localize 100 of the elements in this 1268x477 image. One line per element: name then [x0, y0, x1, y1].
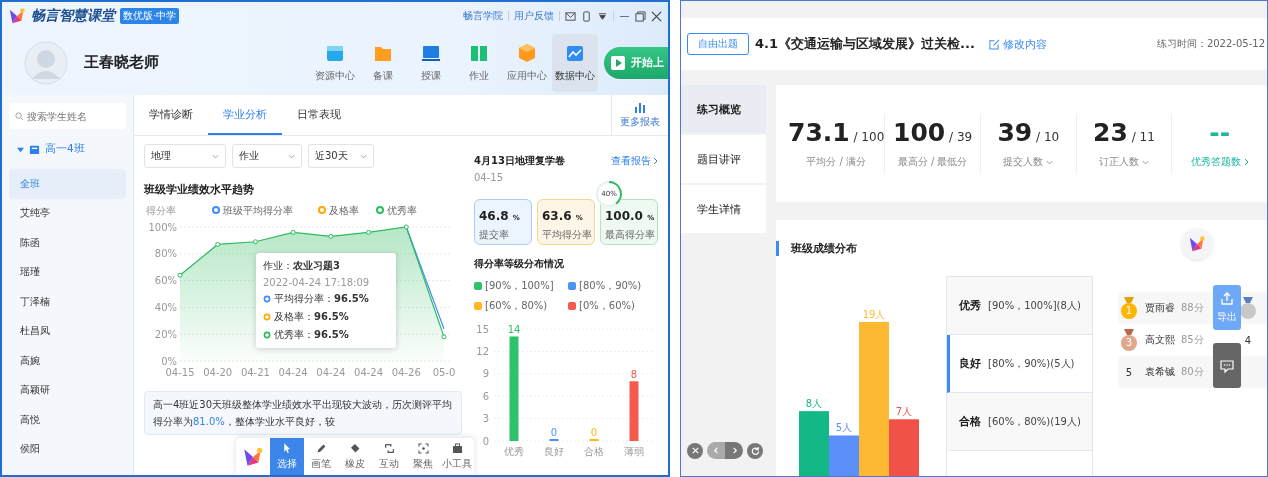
caret-icon[interactable] — [17, 145, 24, 153]
filter-dropdown[interactable]: 地理 — [144, 144, 226, 168]
nav-item[interactable]: 作业 — [456, 33, 502, 92]
chat-button[interactable] — [1213, 343, 1241, 388]
bird-icon — [1188, 235, 1206, 253]
stat-label: 最高分 / 最低分 — [897, 155, 968, 169]
side-tab[interactable]: 题目讲评 — [681, 135, 766, 183]
data-point — [215, 241, 221, 247]
edit-content-link[interactable]: 修改内容 — [988, 36, 1047, 52]
axis-label: 12 — [476, 345, 489, 357]
side-tab[interactable]: 练习概览 — [681, 85, 766, 133]
chevron-right-icon — [1243, 158, 1249, 166]
view-report-link[interactable]: 查看报告 — [611, 154, 658, 168]
grade-level-item[interactable]: 合格 [60%，80%)(19人) — [947, 393, 1092, 451]
next-button[interactable] — [725, 442, 743, 459]
close-button[interactable] — [687, 442, 703, 459]
legend-label: 优秀率 — [387, 205, 417, 216]
more-reports-button[interactable]: 更多报表 — [611, 95, 668, 135]
tab[interactable]: 日常表现 — [282, 95, 356, 135]
nav-item[interactable]: 备课 — [360, 33, 406, 92]
axis-label: 15 — [476, 323, 489, 335]
chevron-down-icon — [1046, 159, 1054, 165]
axis-label: 40% — [154, 301, 177, 313]
refresh-button[interactable] — [747, 442, 763, 459]
chevron-down-icon — [1142, 159, 1149, 165]
data-label: 7人 — [895, 406, 913, 418]
axis-label: 04-24 — [278, 367, 308, 378]
axis-label: 100% — [148, 221, 177, 233]
axis-label: 薄弱 — [624, 446, 644, 457]
student-item[interactable]: 高颖研 — [9, 375, 126, 405]
medal-icon — [1120, 297, 1138, 319]
rank-number: 1 — [1125, 305, 1133, 317]
app-logo — [8, 7, 26, 25]
axis-label: 3 — [482, 413, 489, 425]
student-item[interactable]: 侯阳 — [9, 434, 126, 464]
cube-icon — [516, 42, 538, 64]
assistant-logo[interactable] — [1181, 228, 1213, 260]
legend-item[interactable]: 及格率 — [318, 205, 359, 216]
filter-dropdown[interactable]: 近30天 — [308, 144, 374, 168]
tool-button[interactable]: 聚焦 — [406, 438, 440, 475]
tree-item[interactable]: 高一4班 — [45, 142, 85, 156]
student-score: 88分 — [1181, 301, 1205, 315]
dropdown-icon[interactable] — [597, 10, 608, 22]
tab[interactable]: 学业分析 — [208, 95, 282, 135]
tool-button[interactable]: 画笔 — [304, 438, 338, 475]
axis-label: 60% — [154, 275, 177, 287]
tool-button[interactable]: 橡皮 — [338, 438, 372, 475]
stat-dropdown[interactable]: 提交人数 — [1003, 155, 1054, 169]
avatar — [24, 40, 68, 85]
top-link[interactable]: 用户反馈 — [514, 9, 554, 23]
edition-badge: 数优版·中学 — [120, 8, 180, 24]
grade-level-item[interactable]: 优秀 [90%，100%](8人) — [947, 277, 1092, 335]
side-tab[interactable]: 学生详情 — [681, 185, 766, 233]
legend-label: [60%，80%) — [485, 299, 548, 313]
nav-item[interactable]: 授课 — [408, 33, 454, 92]
nav-item[interactable]: 数据中心 — [552, 33, 598, 92]
student-item[interactable]: 艾纯亭 — [9, 198, 126, 228]
medal-icon — [1120, 329, 1138, 351]
axis-label: 04-20 — [203, 367, 233, 378]
nav-item[interactable]: 应用中心 — [504, 33, 550, 92]
axis-label: 04-21 — [240, 367, 270, 378]
phone-icon[interactable] — [581, 10, 592, 22]
filter-dropdown[interactable]: 作业 — [232, 144, 302, 168]
tool-button[interactable]: 选择 — [270, 438, 304, 475]
legend-item[interactable]: 班级平均得分率 — [212, 205, 293, 216]
tooltip-value: 平均得分率：96.5% — [274, 292, 369, 306]
student-item[interactable]: 陈函 — [9, 228, 126, 258]
exam-date: 04-15 — [474, 172, 505, 183]
export-icon — [1219, 291, 1235, 307]
restore-icon[interactable] — [635, 10, 646, 22]
stat-dropdown[interactable]: 订正人数 — [1099, 155, 1149, 169]
student-item[interactable]: 瑶瑾 — [9, 257, 126, 287]
tool-button[interactable]: 小工具 — [440, 438, 474, 475]
tool-button[interactable]: 互动 — [372, 438, 406, 475]
student-item[interactable]: 全班 — [9, 169, 126, 199]
student-name: 高文熙 — [1145, 333, 1176, 347]
data-point — [366, 229, 372, 235]
search-field[interactable]: 搜索学生姓名 — [9, 103, 126, 129]
play-icon — [610, 54, 626, 71]
grade-level-item[interactable]: 良好 [80%，90%)(5人) — [947, 335, 1092, 393]
top-link[interactable]: 畅言学院 — [463, 9, 503, 23]
free-question-button[interactable]: 自由出题 — [687, 33, 749, 55]
axis-label: 良好 — [544, 446, 564, 457]
stat-label: 最高得分率 — [605, 228, 656, 242]
axis-label: 80% — [154, 248, 177, 260]
tab[interactable]: 学情诊断 — [134, 95, 208, 135]
legend-item[interactable]: 优秀率 — [376, 205, 417, 216]
axis-title: 得分率 — [146, 205, 176, 216]
nav-item[interactable]: 资源中心 — [312, 33, 358, 92]
student-item[interactable]: 高婉 — [9, 346, 126, 376]
class-icon — [29, 143, 40, 155]
data-point — [252, 239, 258, 245]
stat-value: 73.1/ 100 — [788, 118, 885, 147]
axis-label: 04-24 — [316, 367, 346, 378]
student-item[interactable]: 杜昌凤 — [9, 316, 126, 346]
close-icon[interactable] — [651, 10, 662, 22]
student-item[interactable]: 丁泽楠 — [9, 287, 126, 317]
student-item[interactable]: 高悦 — [9, 405, 126, 435]
mail-icon[interactable] — [565, 10, 576, 22]
data-point — [290, 229, 296, 235]
